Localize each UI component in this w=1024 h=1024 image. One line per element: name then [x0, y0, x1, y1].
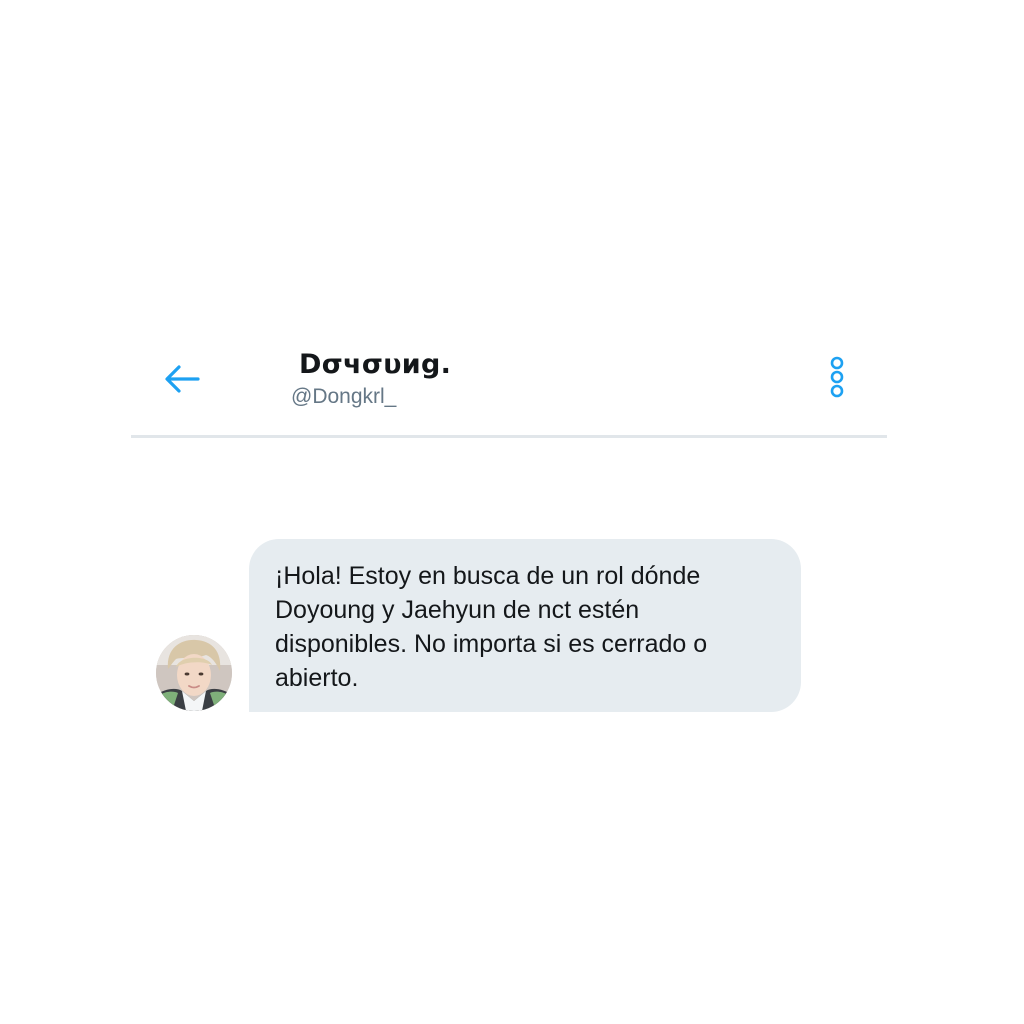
user-handle: @Dongkrl_ [291, 385, 397, 408]
header-divider [131, 435, 887, 438]
avatar[interactable] [156, 635, 232, 711]
message-text: ¡Hola! Estoy en busca de un rol dónde Do… [275, 562, 708, 692]
more-vertical-icon [830, 356, 844, 398]
conversation-header: Dσчσυиg. @Dongkrl_ [131, 330, 887, 436]
back-button[interactable] [159, 356, 205, 402]
profile-photo [156, 635, 232, 711]
more-options-button[interactable] [821, 352, 853, 402]
message-bubble[interactable]: ¡Hola! Estoy en busca de un rol dónde Do… [249, 539, 801, 712]
arrow-left-icon [165, 365, 200, 393]
display-name: Dσчσυиg. [299, 349, 452, 380]
conversation-title: Dσчσυиg. @Dongkrl_ [291, 348, 451, 410]
